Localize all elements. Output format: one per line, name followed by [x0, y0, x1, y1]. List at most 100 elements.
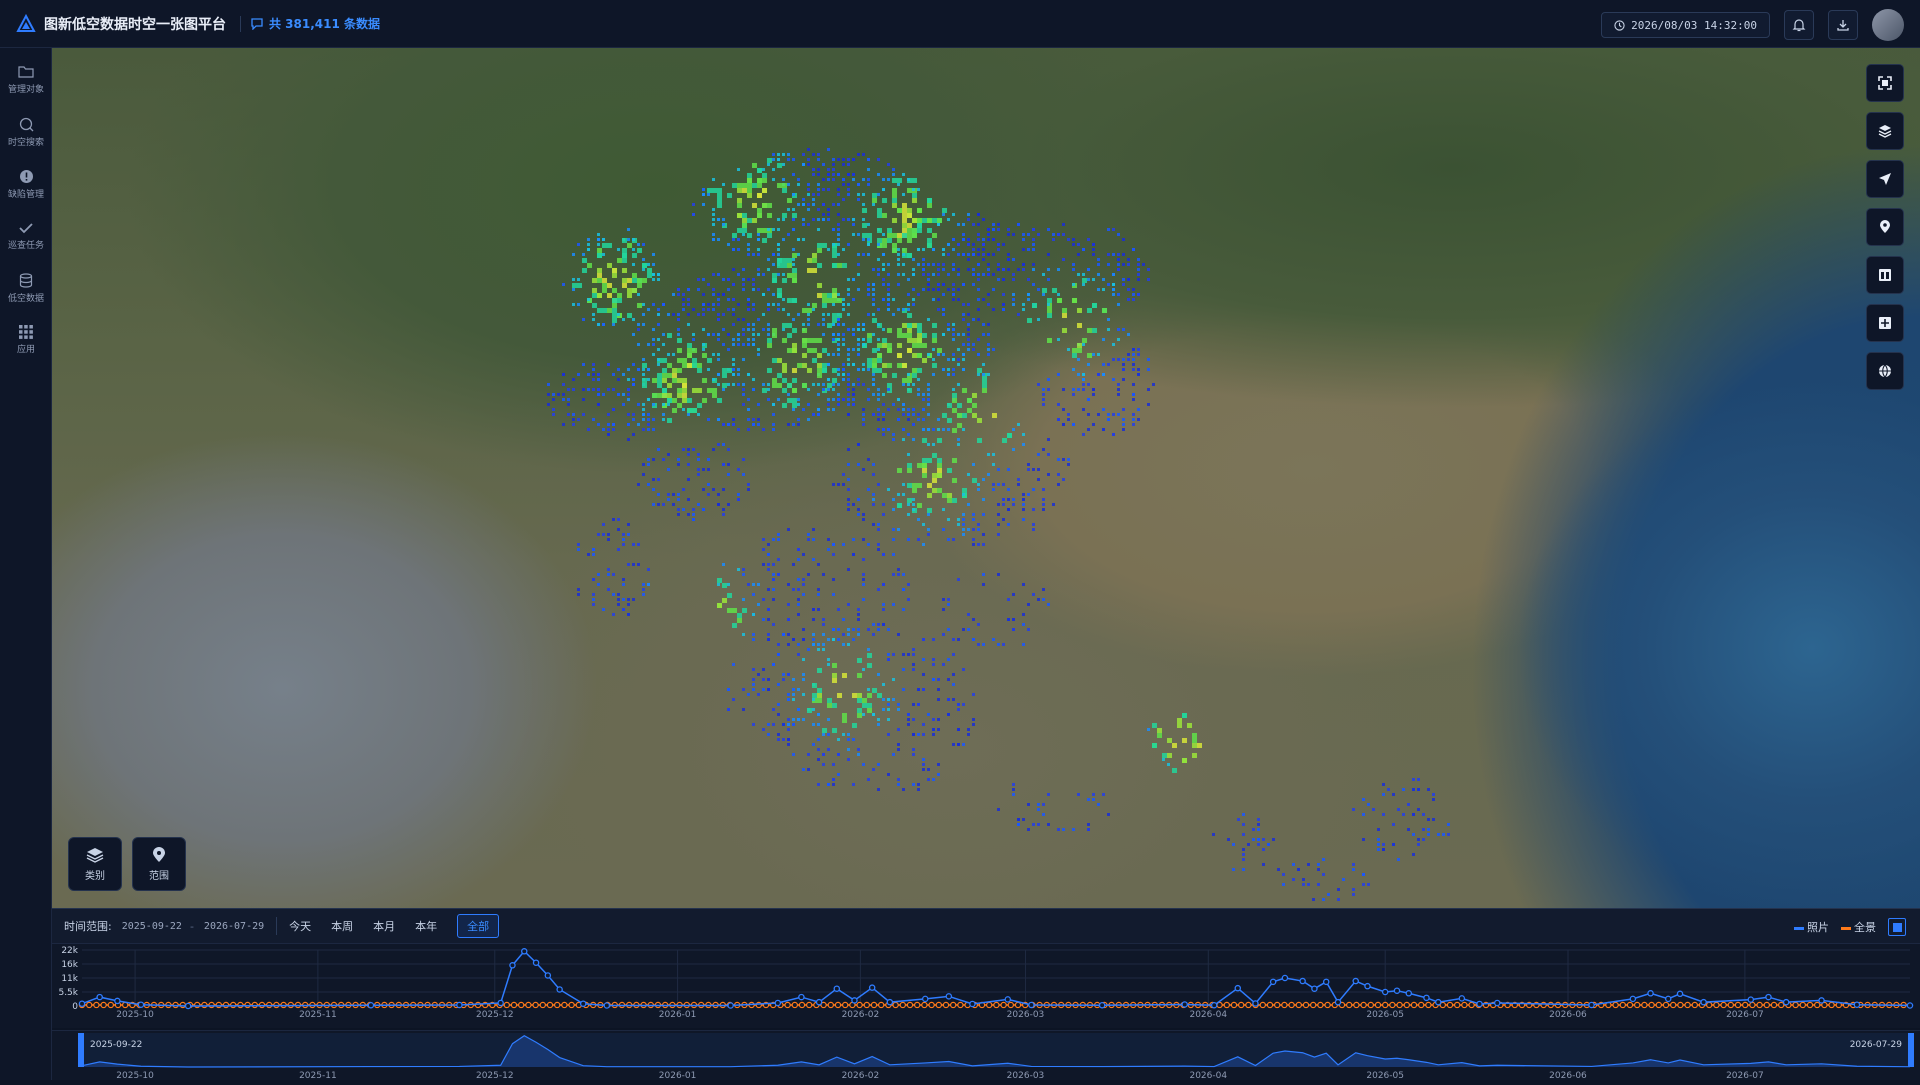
- timeline-brush-svg: 2025-09-22 2026-07-292025-10 2025-11 2025-1…: [78, 1033, 1914, 1081]
- time-range-label: 时间范围:: [64, 920, 112, 933]
- x-tick-label: 2026-04: [1189, 1010, 1227, 1020]
- sidebar-item-label: 缺陷管理: [7, 189, 44, 200]
- pano-point: [950, 1001, 957, 1009]
- data-density-heatmap: [547, 148, 1450, 901]
- pano-point: [1612, 1001, 1619, 1009]
- pano-point: [222, 1001, 230, 1009]
- pin-icon: [1880, 220, 1890, 233]
- pano-point: [201, 1001, 208, 1009]
- pano-point: [1741, 1001, 1749, 1009]
- time-range-start[interactable]: 2025-09-22: [122, 921, 182, 932]
- map-tool-globe[interactable]: [1866, 352, 1904, 390]
- photo-point: [727, 1002, 734, 1009]
- map-tool-navigate[interactable]: [1866, 160, 1904, 198]
- photo-point: [1647, 990, 1654, 997]
- range-button[interactable]: 范围: [132, 837, 186, 891]
- pano-point: [1468, 1001, 1475, 1009]
- photo-point: [367, 1001, 375, 1009]
- download-button[interactable]: [1828, 10, 1858, 40]
- top-header: 图新低空数据时空一张图平台 共 381,411 条数据 2026/08/03 1…: [0, 0, 1920, 48]
- category-button[interactable]: 类别: [68, 837, 122, 891]
- photo-point: [815, 998, 823, 1006]
- map-tool-pin[interactable]: [1866, 208, 1904, 246]
- photo-point: [1210, 1001, 1218, 1009]
- navigate-icon: [1879, 173, 1891, 185]
- pano-point: [1777, 1001, 1785, 1009]
- photo-point: [532, 959, 540, 966]
- photo-point: [1393, 987, 1401, 994]
- pano-point: [1792, 1001, 1799, 1009]
- layers-icon: [86, 847, 104, 863]
- photo-point: [544, 972, 552, 979]
- pano-point: [863, 1001, 871, 1009]
- photo-point: [1311, 985, 1318, 992]
- quick-range-today[interactable]: 今天: [289, 918, 311, 934]
- photo-point: [1853, 1001, 1861, 1008]
- datetime-display[interactable]: 2026/08/03 14:32:00: [1601, 12, 1770, 38]
- quick-range-month[interactable]: 本月: [373, 918, 395, 934]
- pano-point: [906, 1001, 914, 1009]
- photo-point: [1423, 994, 1430, 1002]
- photo-point: [1004, 996, 1012, 1003]
- pano-point: [237, 1001, 244, 1009]
- pano-point: [1734, 1001, 1742, 1009]
- pano-point: [1720, 1001, 1727, 1009]
- sidebar-item-apps[interactable]: 应用: [0, 314, 52, 366]
- divider: [240, 15, 241, 32]
- photo-point: [1352, 977, 1359, 985]
- pano-point: [208, 1001, 215, 1009]
- divider: [276, 917, 278, 935]
- database-icon: [19, 272, 33, 288]
- fullscreen-icon: [1878, 76, 1892, 90]
- photo-point: [556, 986, 563, 993]
- pano-point: [1259, 1001, 1267, 1009]
- satellite-map[interactable]: 类别 范围: [52, 48, 1920, 908]
- sidebar-item-patrol-tasks[interactable]: 巡查任务: [0, 210, 52, 262]
- quick-range-week[interactable]: 本周: [331, 918, 353, 934]
- map-tool-layers[interactable]: [1866, 112, 1904, 150]
- time-range-end[interactable]: 2026-07-29: [204, 921, 264, 932]
- pano-point: [878, 1001, 885, 1009]
- photo-point: [1334, 998, 1342, 1006]
- pano-point: [1273, 1001, 1281, 1009]
- pano-point: [1410, 1001, 1418, 1009]
- pano-point: [1223, 1001, 1231, 1009]
- map-tool-fullscreen[interactable]: [1866, 64, 1904, 102]
- timeline-brush[interactable]: 2025-09-22 2026-07-29 2025-10 2025-11 2025-1…: [52, 1030, 1920, 1081]
- pano-point: [986, 1001, 993, 1009]
- map-tool-panel[interactable]: [1866, 256, 1904, 294]
- sidebar-item-defect-management[interactable]: 缺陷管理: [0, 158, 52, 210]
- map-tool-grid-view[interactable]: [1866, 304, 1904, 342]
- quick-range-all[interactable]: 全部: [457, 914, 500, 938]
- chart-toggle-button[interactable]: [1888, 918, 1906, 936]
- x-tick-label: 2026-01: [659, 1010, 697, 1020]
- sidebar-item-low-altitude-data[interactable]: 低空数据: [0, 262, 52, 314]
- sidebar-item-manage-objects[interactable]: 管理对象: [0, 54, 52, 106]
- legend-pano[interactable]: 全景: [1841, 919, 1876, 935]
- pano-point: [1655, 1001, 1663, 1009]
- legend-photo[interactable]: 照片: [1794, 919, 1829, 935]
- sidebar-item-spatial-search[interactable]: 时空搜索: [0, 106, 52, 158]
- photo-point: [1458, 995, 1466, 1002]
- pano-point: [1446, 1001, 1454, 1009]
- photo-point: [1234, 984, 1242, 992]
- photo-point: [1281, 974, 1289, 982]
- user-avatar[interactable]: [1872, 9, 1904, 41]
- photo-point: [833, 985, 841, 992]
- notification-button[interactable]: [1784, 10, 1814, 40]
- y-tick-label: 0: [72, 1002, 78, 1012]
- pano-point: [1367, 1001, 1375, 1009]
- photo-point: [851, 997, 858, 1004]
- pano-point: [1756, 1001, 1763, 1009]
- pano-point: [1691, 1001, 1699, 1009]
- quick-range-year[interactable]: 本年: [415, 918, 437, 934]
- pano-point: [1281, 1001, 1288, 1009]
- x-tick-label: 2026-07: [1726, 1010, 1764, 1020]
- photo-point: [603, 1002, 611, 1009]
- pano-point: [215, 1001, 222, 1009]
- pano-point: [561, 1001, 568, 1009]
- grid-view-icon: [1879, 317, 1891, 329]
- timeline-chart[interactable]: 22k 16k 11k 5.5k 0 2025-10 2025-11 2025-12 2026-…: [52, 944, 1920, 1028]
- time-range-bar: 时间范围: 2025-09-22 - 2026-07-29 今天 本周 本月 本…: [52, 908, 1920, 944]
- pano-point: [568, 1001, 575, 1009]
